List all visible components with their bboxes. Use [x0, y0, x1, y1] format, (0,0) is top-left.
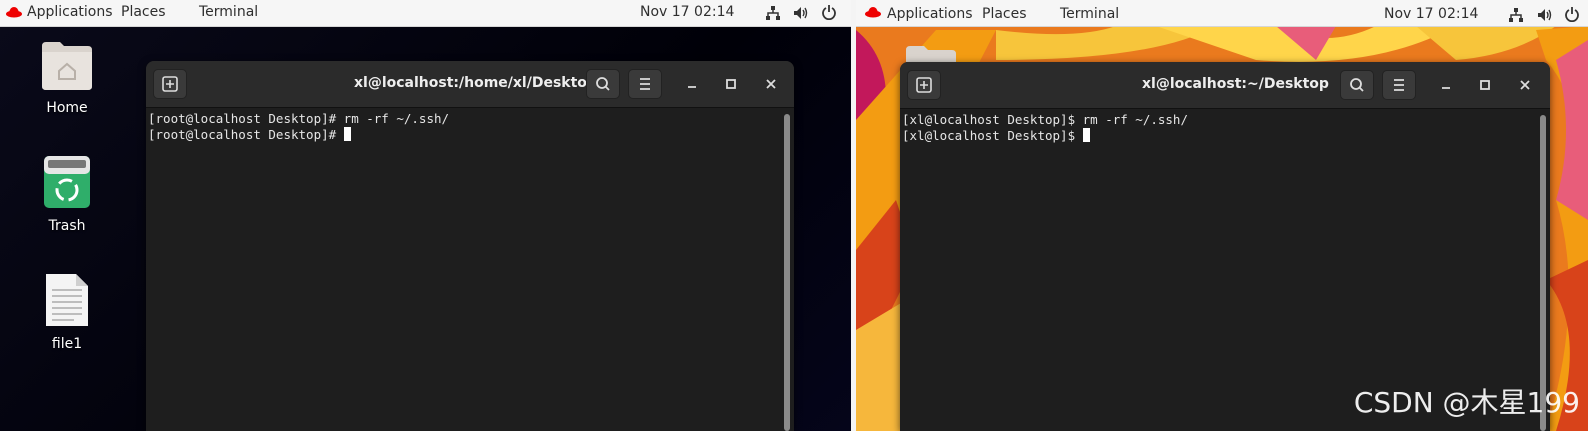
top-bar: Applications Places Terminal Nov 17 02:1…	[0, 0, 851, 27]
search-icon	[596, 77, 610, 91]
terminal-window[interactable]: xl@localhost:~/Desktop [xl@localhost Des…	[900, 62, 1550, 431]
text-cursor	[343, 127, 351, 141]
file1-label: file1	[51, 336, 83, 352]
new-tab-button[interactable]	[907, 70, 941, 100]
close-icon[interactable]	[1516, 76, 1534, 94]
csdn-watermark: CSDN @木星199	[1353, 386, 1580, 419]
hamburger-icon	[640, 78, 650, 90]
clock[interactable]: Nov 17 02:14	[640, 4, 734, 20]
maximize-icon[interactable]	[1476, 76, 1494, 94]
applications-menu[interactable]: Applications	[887, 6, 973, 22]
search-button[interactable]	[586, 69, 620, 99]
terminal-output[interactable]: [root@localhost Desktop]# rm -rf ~/.ssh/…	[146, 108, 780, 431]
redhat-logo-icon	[6, 7, 22, 18]
new-tab-icon	[916, 77, 932, 93]
folder-home-icon	[906, 46, 956, 62]
terminal-window[interactable]: xl@localhost:/home/xl/Desktop [root@loca…	[146, 61, 794, 431]
text-file-icon	[46, 274, 88, 326]
desktop-home[interactable]: Home	[27, 38, 107, 116]
window-title: xl@localhost:~/Desktop	[1142, 76, 1329, 92]
minimize-icon[interactable]	[1437, 76, 1455, 94]
folder-home-icon	[42, 42, 92, 90]
scrollbar[interactable]	[780, 108, 794, 431]
trash-label: Trash	[48, 218, 86, 234]
prompt-text: [root@localhost Desktop]#	[148, 127, 344, 142]
trash-icon	[44, 156, 90, 208]
places-menu[interactable]: Places	[121, 4, 166, 20]
home-label: Home	[46, 100, 88, 116]
maximize-icon[interactable]	[722, 75, 740, 93]
terminal-app-menu[interactable]: Terminal	[199, 4, 258, 20]
minimize-icon[interactable]	[683, 75, 701, 93]
terminal-line: [root@localhost Desktop]# rm -rf ~/.ssh/	[148, 111, 450, 126]
applications-menu[interactable]: Applications	[27, 4, 113, 20]
top-bar: Applications Places Terminal Nov 17 02:1…	[856, 0, 1588, 27]
terminal-header: xl@localhost:~/Desktop	[900, 62, 1550, 109]
terminal-line: [xl@localhost Desktop]$ rm -rf ~/.ssh/	[902, 112, 1188, 127]
new-tab-icon	[162, 76, 178, 92]
power-icon[interactable]	[821, 4, 837, 20]
network-icon[interactable]	[1508, 7, 1524, 23]
terminal-header: xl@localhost:/home/xl/Desktop	[146, 61, 794, 108]
power-icon[interactable]	[1564, 6, 1580, 22]
hamburger-icon	[1394, 79, 1404, 91]
terminal-prompt-line: [root@localhost Desktop]#	[148, 127, 778, 143]
close-icon[interactable]	[762, 75, 780, 93]
volume-icon[interactable]	[1537, 7, 1553, 23]
new-tab-button[interactable]	[153, 69, 187, 99]
menu-button[interactable]	[628, 69, 662, 99]
desktop-trash[interactable]: Trash	[27, 154, 107, 234]
search-button[interactable]	[1340, 70, 1374, 100]
desktop-file1[interactable]: file1	[27, 272, 107, 352]
menu-button[interactable]	[1382, 70, 1416, 100]
scrollbar-thumb[interactable]	[784, 114, 790, 431]
text-cursor	[1082, 128, 1090, 142]
clock[interactable]: Nov 17 02:14	[1384, 6, 1478, 22]
terminal-prompt-line: [xl@localhost Desktop]$	[902, 128, 1534, 144]
places-menu[interactable]: Places	[982, 6, 1027, 22]
prompt-text: [xl@localhost Desktop]$	[902, 128, 1083, 143]
left-desktop: Applications Places Terminal Nov 17 02:1…	[0, 0, 851, 431]
redhat-logo-icon	[865, 7, 881, 18]
window-title: xl@localhost:/home/xl/Desktop	[354, 75, 597, 91]
volume-icon[interactable]	[793, 5, 809, 21]
right-desktop: Applications Places Terminal Nov 17 02:1…	[856, 0, 1588, 431]
network-icon[interactable]	[765, 5, 781, 21]
terminal-app-menu[interactable]: Terminal	[1060, 6, 1119, 22]
search-icon	[1350, 78, 1364, 92]
